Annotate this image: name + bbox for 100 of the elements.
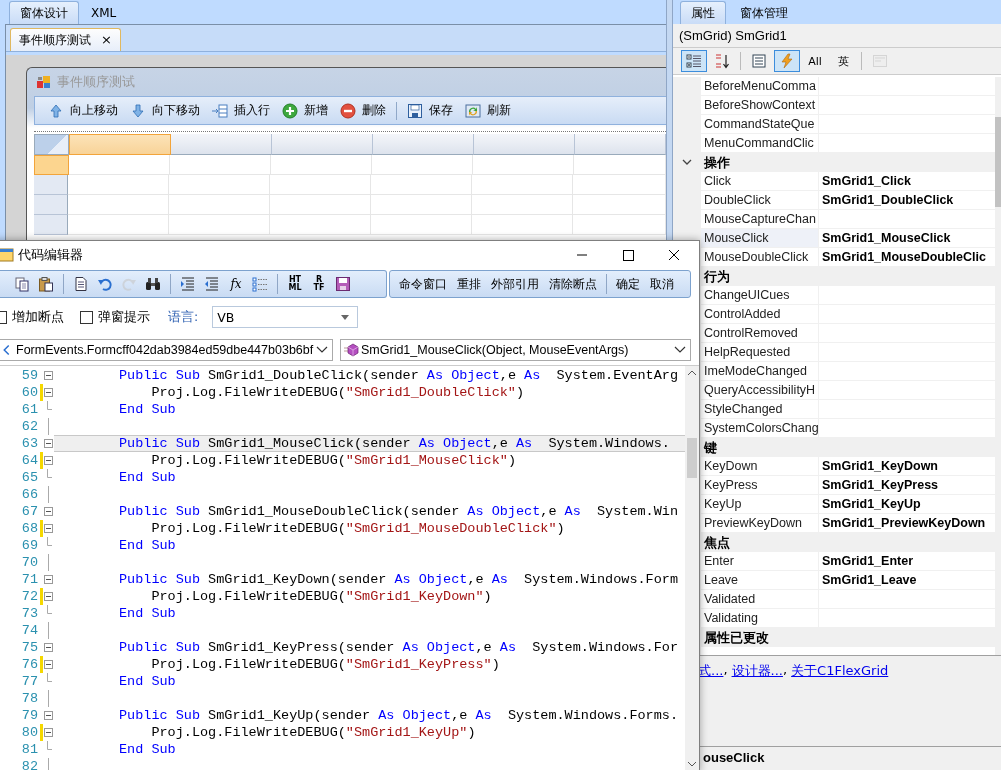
column-header[interactable]	[272, 134, 373, 155]
property-name[interactable]: KeyPress	[701, 476, 819, 494]
property-name[interactable]: KeyDown	[701, 457, 819, 475]
scrollbar[interactable]	[685, 366, 699, 770]
collapse-icon[interactable]	[44, 592, 53, 601]
property-name[interactable]: BeforeMenuComma	[701, 77, 819, 95]
toolbar-button[interactable]: R TF	[308, 273, 330, 295]
grid-cell[interactable]	[68, 195, 169, 215]
grid-cell[interactable]	[169, 175, 270, 195]
grid-cell[interactable]	[372, 155, 473, 175]
command-button[interactable]: 重排	[452, 275, 486, 293]
property-name[interactable]: Leave	[701, 571, 819, 589]
collapse-icon[interactable]	[44, 575, 53, 584]
collapse-icon[interactable]	[44, 371, 53, 380]
property-name[interactable]: StyleChanged	[701, 400, 819, 418]
toolbar-button[interactable]: 英	[830, 50, 856, 72]
property-name[interactable]: ImeModeChanged	[701, 362, 819, 380]
collapse-icon[interactable]	[44, 439, 53, 448]
column-header[interactable]	[171, 134, 272, 155]
row-header[interactable]	[34, 195, 68, 215]
grid-cell[interactable]	[574, 155, 666, 175]
property-name[interactable]: Enter	[701, 552, 819, 570]
property-name[interactable]: ControlRemoved	[701, 324, 819, 342]
toolbar-button[interactable]: 保存	[402, 99, 458, 122]
column-header[interactable]	[474, 134, 575, 155]
document-tab[interactable]: 事件顺序测试 ×	[10, 28, 121, 51]
scrollbar[interactable]	[995, 77, 1001, 655]
collapse-icon[interactable]	[44, 507, 53, 516]
grid-cell[interactable]	[473, 155, 574, 175]
events-button[interactable]	[774, 50, 800, 72]
property-name[interactable]: ChangeUICues	[701, 286, 819, 304]
categorized-button[interactable]	[681, 50, 707, 72]
collapse-icon[interactable]	[44, 643, 53, 652]
toolbar-button[interactable]: 刷新	[460, 99, 516, 122]
close-button[interactable]: ×	[101, 29, 112, 51]
grid-cell[interactable]	[68, 215, 169, 235]
row-header[interactable]	[34, 215, 68, 235]
grid-cell[interactable]	[573, 175, 666, 195]
grid-cell[interactable]	[271, 155, 372, 175]
toolbar-button[interactable]: 向下移动	[125, 99, 205, 122]
property-name[interactable]: MouseClick	[701, 229, 819, 247]
grid-cell[interactable]	[472, 175, 573, 195]
grid-cell[interactable]	[69, 155, 170, 175]
column-header[interactable]	[575, 134, 666, 155]
scroll-up-icon[interactable]	[687, 370, 697, 376]
toolbar-button[interactable]: 插入行	[207, 99, 275, 122]
grid-cell[interactable]	[68, 175, 169, 195]
grid-cell[interactable]	[573, 215, 666, 235]
class-dropdown[interactable]: FormEvents.Formcff042dab3984ed59dbe447b03b6bf	[0, 339, 333, 361]
property-name[interactable]: MouseCaptureChan	[701, 210, 819, 228]
property-name[interactable]: SystemColorsChang	[701, 419, 819, 437]
command-button[interactable]: 外部引用	[486, 275, 544, 293]
grid-cell[interactable]	[169, 215, 270, 235]
designer-tab[interactable]: XML	[81, 2, 127, 24]
property-name[interactable]: Validated	[701, 590, 819, 608]
property-name[interactable]: BeforeShowContext	[701, 96, 819, 114]
method-dropdown[interactable]: SmGrid1_MouseClick(Object, MouseEventArgs)	[340, 339, 691, 361]
link[interactable]: 设计器...	[731, 662, 783, 680]
collapse-icon[interactable]	[44, 660, 53, 669]
language-dropdown[interactable]: VB	[212, 306, 359, 328]
property-name[interactable]: DoubleClick	[701, 191, 819, 209]
designer-tab[interactable]: 窗体设计	[9, 1, 79, 24]
row-header[interactable]	[34, 155, 69, 175]
command-button[interactable]: 确定	[611, 275, 645, 293]
grid-cell[interactable]	[371, 215, 472, 235]
grid-cell[interactable]	[371, 195, 472, 215]
grid-cell[interactable]	[170, 155, 271, 175]
toolbar-button[interactable]: 删除	[335, 99, 391, 122]
panel-tab[interactable]: 属性	[680, 1, 726, 24]
property-name[interactable]: Validating	[701, 609, 819, 627]
grid-cell[interactable]	[472, 215, 573, 235]
column-header[interactable]	[69, 134, 171, 155]
command-button[interactable]: 命令窗口	[394, 275, 452, 293]
link[interactable]: 式...	[698, 662, 724, 680]
property-name[interactable]: CommandStateQue	[701, 115, 819, 133]
property-name[interactable]: HelpRequested	[701, 343, 819, 361]
scroll-thumb[interactable]	[687, 438, 697, 478]
property-name[interactable]: ControlAdded	[701, 305, 819, 323]
grid-cell[interactable]	[270, 215, 371, 235]
collapse-icon[interactable]	[44, 711, 53, 720]
command-button[interactable]: 取消	[645, 275, 679, 293]
row-header[interactable]	[34, 175, 68, 195]
chevron-icon[interactable]	[682, 157, 692, 167]
toolbar-button[interactable]: 向上移动	[43, 99, 123, 122]
collapse-icon[interactable]	[44, 456, 53, 465]
grid-cell[interactable]	[472, 195, 573, 215]
grid-cell[interactable]	[371, 175, 472, 195]
toolbar-button[interactable]: HT ML	[284, 273, 306, 295]
scroll-down-icon[interactable]	[687, 761, 697, 767]
toolbar-button[interactable]: fx	[225, 273, 247, 295]
checkbox[interactable]	[80, 310, 93, 324]
grid-cell[interactable]	[169, 195, 270, 215]
property-name[interactable]: KeyUp	[701, 495, 819, 513]
panel-tab[interactable]: 窗体管理	[730, 2, 798, 24]
command-button[interactable]: 清除断点	[544, 275, 602, 293]
grid-cell[interactable]	[573, 195, 666, 215]
column-header[interactable]	[373, 134, 474, 155]
collapse-icon[interactable]	[44, 524, 53, 533]
property-name[interactable]: QueryAccessibilityH	[701, 381, 819, 399]
collapse-icon[interactable]	[44, 728, 53, 737]
